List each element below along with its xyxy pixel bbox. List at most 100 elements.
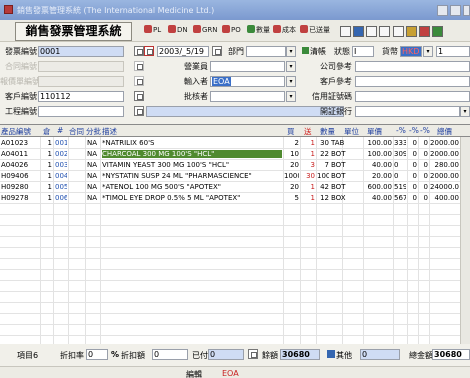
print-preview-icon[interactable] xyxy=(340,26,351,37)
table-row[interactable] xyxy=(0,237,470,248)
pl-button[interactable]: PL xyxy=(144,25,161,39)
cell-pct2[interactable]: 0 xyxy=(408,194,417,202)
issuing-bank-field[interactable] xyxy=(355,106,460,117)
col-total[interactable]: 總價 xyxy=(437,126,452,137)
cell-buy[interactable]: 20 xyxy=(284,161,299,169)
grn-button[interactable]: GRN xyxy=(193,25,218,39)
cell-pct3[interactable]: 0 xyxy=(419,161,428,169)
cell-batch[interactable]: NA xyxy=(87,194,99,202)
cell-product-code[interactable]: A01023 xyxy=(1,139,39,147)
cell-row-no[interactable]: 006 xyxy=(55,194,67,202)
invoice-no-field[interactable]: 0001 xyxy=(38,46,124,57)
cell-total[interactable]: 2000.00 xyxy=(430,172,459,180)
dn-button[interactable]: DN xyxy=(168,25,188,39)
table-row[interactable] xyxy=(0,303,470,314)
dept-field[interactable] xyxy=(246,46,286,57)
po-button[interactable]: PO xyxy=(222,25,241,39)
cell-unit[interactable]: BOT xyxy=(331,161,361,169)
cell-total[interactable]: 2000.00 xyxy=(430,139,459,147)
col-contract[interactable]: 合同 xyxy=(69,126,84,137)
cell-pct2[interactable]: 0 xyxy=(408,150,417,158)
cell-pct3[interactable]: 0 xyxy=(419,139,428,147)
currency-dropdown-icon[interactable]: ▾ xyxy=(423,46,433,57)
cell-warehouse[interactable]: 1 xyxy=(41,183,52,191)
cell-unit-price[interactable]: 600.00 xyxy=(364,183,393,191)
cell-pct2[interactable]: 0 xyxy=(408,161,417,169)
table-row[interactable] xyxy=(0,314,470,325)
table-row[interactable] xyxy=(0,270,470,281)
cell-send[interactable]: 3 xyxy=(301,161,315,169)
cell-total[interactable]: 24000.00 xyxy=(430,183,459,191)
cell-quantity[interactable]: 22 xyxy=(317,150,329,158)
quantity-button[interactable]: 數量 xyxy=(247,25,270,39)
discount-rate-field[interactable]: 0 xyxy=(86,349,108,360)
paid-lookup-icon[interactable] xyxy=(248,349,258,359)
cell-unit-price[interactable]: 40.00 xyxy=(364,194,392,202)
cell-total[interactable]: 280.00 xyxy=(430,161,460,169)
calendar-icon[interactable] xyxy=(212,46,222,56)
cell-warehouse[interactable]: 1 xyxy=(41,172,52,180)
cell-unit[interactable]: BOX xyxy=(331,194,361,202)
status-field[interactable]: I xyxy=(352,46,374,57)
table-row[interactable]: H09406 1 004 NA *NYSTATIN SUSP 24 ML "PHARMA… xyxy=(0,171,470,182)
cell-quantity[interactable]: 42 xyxy=(317,183,329,191)
cell-pct1[interactable]: 333 xyxy=(394,139,406,147)
cell-product-code[interactable]: H09278 xyxy=(1,194,39,202)
sort-icon[interactable] xyxy=(406,26,417,37)
cell-description[interactable]: CHARCOAL 300 MG 100'S "HCL" xyxy=(102,150,282,158)
cell-unit-price[interactable]: 100.00 xyxy=(364,139,393,147)
cell-send[interactable]: 1 xyxy=(301,183,315,191)
col-description[interactable]: 描述 xyxy=(102,126,117,137)
cell-warehouse[interactable]: 1 xyxy=(41,161,52,169)
cell-quantity[interactable]: 7 xyxy=(317,161,329,169)
cell-pct3[interactable]: 0 xyxy=(419,150,428,158)
cell-buy[interactable]: 1000 xyxy=(284,172,299,180)
clear-account-toggle[interactable]: 清帳 xyxy=(302,46,326,57)
cell-pct2[interactable]: 0 xyxy=(408,139,417,147)
cell-quantity[interactable]: 30 xyxy=(317,139,329,147)
grid-scrollbar[interactable] xyxy=(460,137,470,345)
cell-product-code[interactable]: H09406 xyxy=(1,172,39,180)
cell-batch[interactable]: NA xyxy=(87,172,99,180)
cell-product-code[interactable]: A04011 xyxy=(1,150,39,158)
col-warehouse[interactable]: 倉 xyxy=(43,126,51,137)
table-row[interactable] xyxy=(0,292,470,303)
contract-lookup-icon[interactable] xyxy=(134,61,144,71)
print-icon[interactable] xyxy=(379,26,390,37)
tools-icon[interactable] xyxy=(366,26,377,37)
cell-pct3[interactable]: 0 xyxy=(419,194,428,202)
issuing-bank-dropdown-icon[interactable]: ▾ xyxy=(460,106,470,117)
cell-description[interactable]: *NATRILIX 60'S xyxy=(102,139,282,147)
table-row[interactable] xyxy=(0,226,470,237)
table-row[interactable]: H09280 1 005 NA *ATENOL 100 MG 500'S "APOTEX… xyxy=(0,182,470,193)
table-row[interactable]: A04026 1 00 3 NA VITAMIN YEAST 300 MG 100'S "… xyxy=(0,160,470,171)
maximize-button[interactable] xyxy=(450,5,461,16)
sales-dropdown-icon[interactable]: ▾ xyxy=(286,61,296,72)
cell-row-no[interactable]: 002 xyxy=(55,150,67,158)
cell-batch[interactable]: NA xyxy=(87,183,99,191)
col-send[interactable]: 送 xyxy=(304,126,312,137)
exchange-rate-field[interactable]: 1 xyxy=(436,46,470,57)
cell-send[interactable]: 30 xyxy=(301,172,315,180)
cell-quantity[interactable]: 100 xyxy=(317,172,329,180)
sent-quantity-button[interactable]: 已送量 xyxy=(300,25,330,39)
cell-row-no[interactable]: 001 xyxy=(55,139,67,147)
cell-description[interactable]: VITAMIN YEAST 300 MG 100'S "HCL" xyxy=(102,161,282,169)
customer-lookup-icon[interactable] xyxy=(134,91,144,101)
document-icon[interactable] xyxy=(393,26,404,37)
cell-pct1[interactable]: 567 xyxy=(394,194,406,202)
cell-warehouse[interactable]: 1 xyxy=(41,150,52,158)
col-product-code[interactable]: 產品編號 xyxy=(1,126,31,137)
cell-send[interactable]: 1 xyxy=(301,139,315,147)
paid-field[interactable]: 0 xyxy=(208,349,244,360)
cell-batch[interactable]: NA xyxy=(87,161,99,169)
project-lookup-icon[interactable] xyxy=(134,106,144,116)
other-charges-field[interactable]: 0 xyxy=(360,349,400,360)
cell-warehouse[interactable]: 1 xyxy=(41,194,52,202)
cell-batch[interactable]: NA xyxy=(87,150,99,158)
dept-dropdown-icon[interactable]: ▾ xyxy=(286,46,296,57)
approver-dropdown-icon[interactable]: ▾ xyxy=(286,91,296,102)
cell-product-code[interactable]: A04026 xyxy=(1,161,39,169)
col-quantity[interactable]: 數量 xyxy=(320,126,335,137)
cost-button[interactable]: 成本 xyxy=(273,25,296,39)
